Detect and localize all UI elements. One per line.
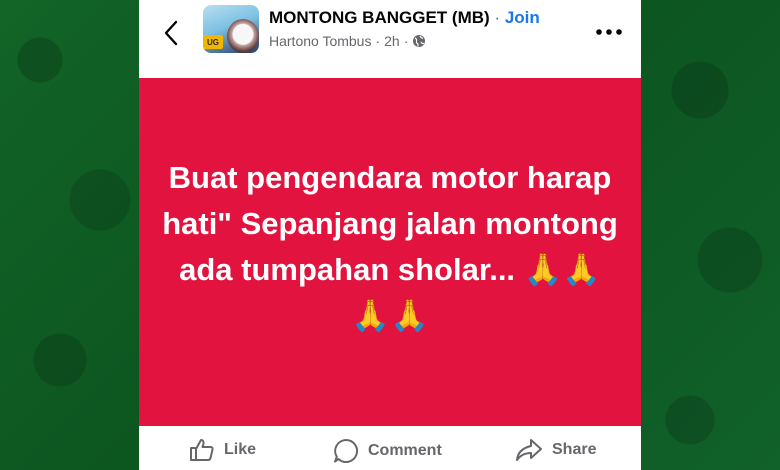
like-label: Like xyxy=(224,441,257,458)
comment-label: Comment xyxy=(368,442,442,459)
group-name-line: MONTONG BANGGET (MB) · Join xyxy=(269,8,540,28)
group-name[interactable]: MONTONG BANGGET (MB) xyxy=(269,8,490,27)
post-time[interactable]: 2h xyxy=(384,33,400,49)
back-button[interactable] xyxy=(157,18,185,48)
share-label: Share xyxy=(552,441,597,458)
post-card: UG MONTONG BANGGET (MB) · Join Hartono T… xyxy=(139,0,641,470)
post-header: UG MONTONG BANGGET (MB) · Join Hartono T… xyxy=(139,0,641,78)
join-link[interactable]: Join xyxy=(505,8,540,27)
thumbs-up-icon xyxy=(190,439,214,461)
separator: · xyxy=(494,8,501,27)
more-options-button[interactable] xyxy=(595,22,623,42)
avatar-tag: UG xyxy=(203,35,223,49)
globe-icon xyxy=(412,34,426,48)
post-text: Buat pengendara motor harap hati" Sepanj… xyxy=(162,160,618,333)
avatar-photo xyxy=(227,19,259,53)
chevron-left-icon xyxy=(164,20,178,46)
group-avatar[interactable]: UG xyxy=(203,5,259,53)
author-name[interactable]: Hartono Tombus xyxy=(269,33,371,49)
share-arrow-icon xyxy=(516,439,542,461)
share-button[interactable]: Share xyxy=(515,438,596,462)
meta-separator: · xyxy=(375,33,381,49)
ellipsis-icon xyxy=(596,29,622,35)
post-content: Buat pengendara motor harap hati" Sepanj… xyxy=(139,78,641,426)
meta-separator: · xyxy=(403,33,409,49)
post-meta: Hartono Tombus · 2h · xyxy=(269,33,426,49)
like-button[interactable]: Like xyxy=(189,438,256,462)
speech-bubble-icon xyxy=(334,438,358,463)
action-bar: Like Comment Share xyxy=(139,426,641,470)
comment-button[interactable]: Comment xyxy=(333,438,442,464)
